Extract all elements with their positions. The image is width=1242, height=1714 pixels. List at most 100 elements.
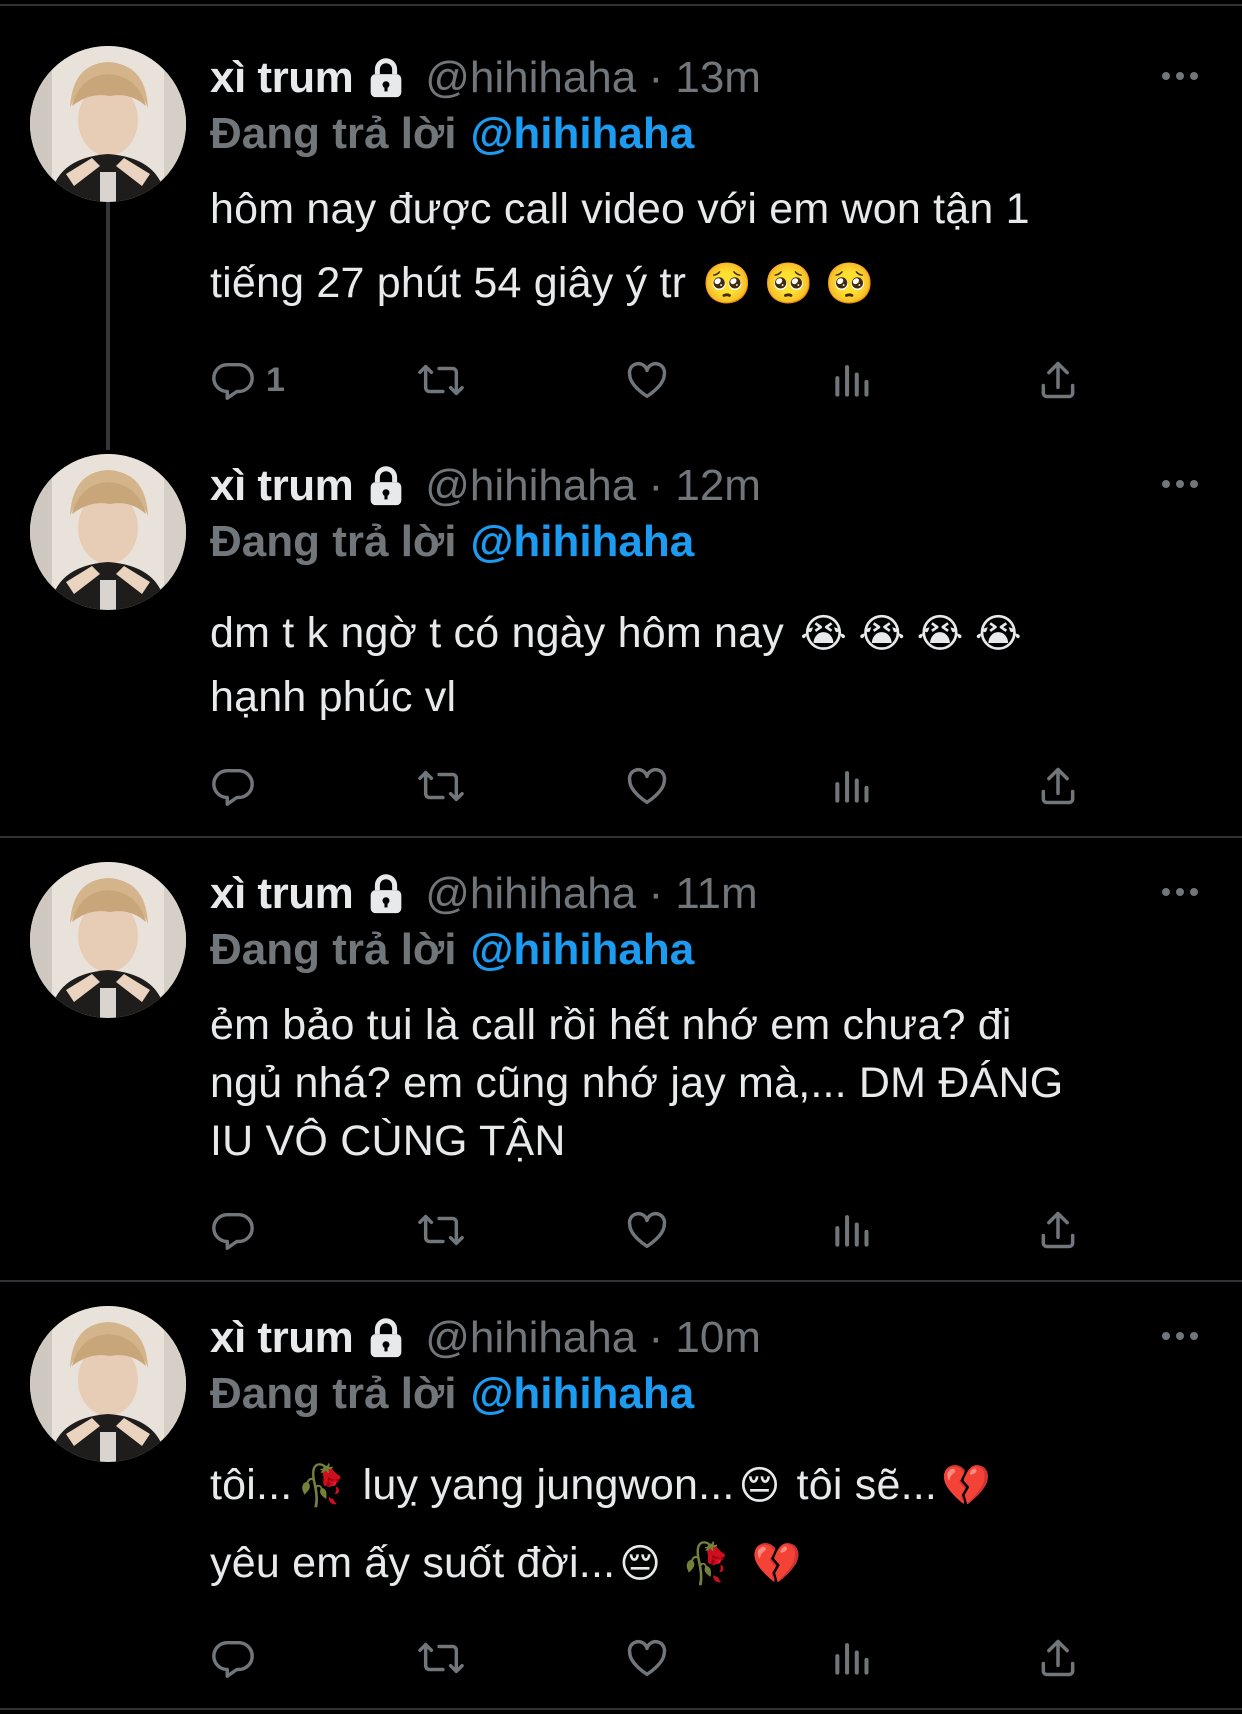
like-icon <box>624 1635 670 1681</box>
tweet-header: xì trum @hihihaha · 13m <box>210 48 761 108</box>
tweet-header: xì trum @hihihaha · 11m <box>210 864 758 924</box>
lock-icon <box>363 1315 409 1361</box>
more-icon[interactable] <box>1158 1326 1202 1346</box>
more-icon[interactable] <box>1158 66 1202 86</box>
share-icon <box>1036 1207 1080 1253</box>
text-line: yêu em ấy suốt đời... 😔 🥀 💔 <box>210 1539 802 1587</box>
handle-and-time[interactable]: @hihihaha · 12m <box>425 461 761 511</box>
views-button[interactable] <box>830 1630 874 1686</box>
text-line: hôm nay được call video với em won tận 1 <box>210 185 1030 233</box>
retweet-button[interactable] <box>416 1630 466 1686</box>
mention-link[interactable]: @hihihaha <box>470 925 694 975</box>
reply-button[interactable] <box>210 1202 256 1258</box>
top-divider <box>0 4 1242 6</box>
avatar[interactable] <box>30 1306 186 1462</box>
avatar[interactable] <box>30 862 186 1018</box>
reply-button[interactable] <box>210 1630 256 1686</box>
lock-icon <box>363 463 409 509</box>
share-icon <box>1036 763 1080 809</box>
replying-to: Đang trả lời @hihihaha <box>210 104 694 164</box>
retweet-button[interactable] <box>416 758 466 814</box>
like-icon <box>624 357 670 403</box>
retweet-button[interactable] <box>416 352 466 408</box>
replying-to: Đang trả lời @hihihaha <box>210 920 694 980</box>
reply-button[interactable] <box>210 758 256 814</box>
text-line: hạnh phúc vl <box>210 673 457 721</box>
wilted-flower-emoji: 🥀 <box>681 1542 732 1586</box>
views-button[interactable] <box>830 1202 874 1258</box>
retweet-icon <box>416 1207 466 1253</box>
broken-heart-emoji: 💔 <box>941 1464 992 1508</box>
pensive-face-emoji: 😔 <box>738 1464 781 1508</box>
handle-and-time[interactable]: @hihihaha · 11m <box>425 869 757 919</box>
replying-label: Đang trả lời <box>210 109 457 158</box>
share-icon <box>1036 357 1080 403</box>
views-icon <box>830 763 874 809</box>
text-line: dm t k ngờ t có ngày hôm nay 😭 😭 😭 😭 <box>210 609 1022 657</box>
like-button[interactable] <box>624 758 670 814</box>
text-line: IU VÔ CÙNG TẬN <box>210 1117 566 1165</box>
avatar[interactable] <box>30 46 186 202</box>
display-name[interactable]: xì trum <box>210 53 354 103</box>
share-button[interactable] <box>1036 352 1080 408</box>
text-line: tiếng 27 phút 54 giây ý tr 🥺 🥺 🥺 <box>210 259 875 307</box>
views-icon <box>830 1207 874 1253</box>
avatar[interactable] <box>30 454 186 610</box>
tweet-divider <box>0 1708 1242 1710</box>
broken-heart-emoji: 💔 <box>751 1542 802 1586</box>
share-button[interactable] <box>1036 1202 1080 1258</box>
action-bar <box>210 1630 1110 1686</box>
handle-and-time[interactable]: @hihihaha · 10m <box>425 1313 761 1363</box>
views-icon <box>830 1635 874 1681</box>
reply-icon <box>210 1207 256 1253</box>
action-bar <box>210 1202 1110 1258</box>
retweet-icon <box>416 357 466 403</box>
share-button[interactable] <box>1036 758 1080 814</box>
like-icon <box>624 1207 670 1253</box>
like-icon <box>624 763 670 809</box>
tweet-text: tôi... 🥀 luỵ yang jungwon... 😔 tôi sẽ... 💔 … <box>210 1456 1210 1592</box>
share-button[interactable] <box>1036 1630 1080 1686</box>
reply-icon <box>210 1635 256 1681</box>
display-name[interactable]: xì trum <box>210 869 354 919</box>
reply-icon <box>210 763 256 809</box>
replying-to: Đang trả lời @hihihaha <box>210 1364 694 1424</box>
like-button[interactable] <box>624 1630 670 1686</box>
share-icon <box>1036 1635 1080 1681</box>
retweet-button[interactable] <box>416 1202 466 1258</box>
mention-link[interactable]: @hihihaha <box>470 1369 694 1419</box>
like-button[interactable] <box>624 352 670 408</box>
tweet-header: xì trum @hihihaha · 10m <box>210 1308 761 1368</box>
text-line: ẻm bảo tui là call rồi hết nhớ em chưa? … <box>210 1001 1012 1049</box>
pleading-face-emoji: 🥺 🥺 🥺 <box>702 262 875 306</box>
retweet-icon <box>416 1635 466 1681</box>
more-icon[interactable] <box>1158 474 1202 494</box>
reply-button[interactable]: 1 <box>210 352 285 408</box>
views-button[interactable] <box>830 758 874 814</box>
replying-label: Đang trả lời <box>210 925 457 974</box>
tweet-text: ẻm bảo tui là call rồi hết nhớ em chưa? … <box>210 996 1210 1170</box>
more-icon[interactable] <box>1158 882 1202 902</box>
mention-link[interactable]: @hihihaha <box>470 517 694 567</box>
display-name[interactable]: xì trum <box>210 461 354 511</box>
reply-count: 1 <box>266 360 285 399</box>
pensive-face-emoji: 😔 <box>619 1542 662 1586</box>
reply-icon <box>210 357 256 403</box>
views-icon <box>830 357 874 403</box>
lock-icon <box>363 871 409 917</box>
replying-label: Đang trả lời <box>210 517 457 566</box>
action-bar: 1 <box>210 352 1110 408</box>
mention-link[interactable]: @hihihaha <box>470 109 694 159</box>
text-line: ngủ nhá? em cũng nhớ jay mà,... DM ĐÁNG <box>210 1059 1064 1107</box>
handle-and-time[interactable]: @hihihaha · 13m <box>425 53 761 103</box>
tweet-text: dm t k ngờ t có ngày hôm nay 😭 😭 😭 😭 hạn… <box>210 604 1210 726</box>
like-button[interactable] <box>624 1202 670 1258</box>
views-button[interactable] <box>830 352 874 408</box>
replying-label: Đang trả lời <box>210 1369 457 1418</box>
thread-line <box>106 190 110 450</box>
wilted-flower-emoji: 🥀 <box>296 1464 347 1508</box>
display-name[interactable]: xì trum <box>210 1313 354 1363</box>
text-line: tôi... 🥀 luỵ yang jungwon... 😔 tôi sẽ... 💔 <box>210 1461 992 1509</box>
lock-icon <box>363 55 409 101</box>
tweet-text: hôm nay được call video với em won tận 1… <box>210 180 1210 312</box>
